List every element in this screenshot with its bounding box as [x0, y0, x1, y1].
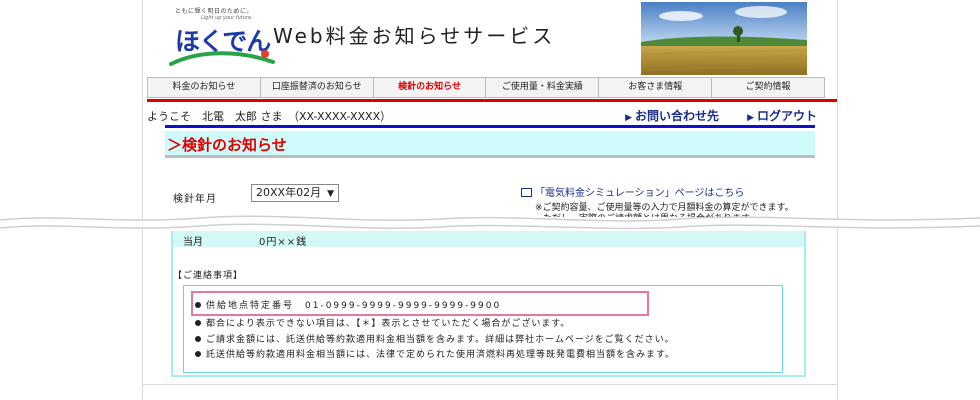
list-item: 都合により表示できない項目は、【＊】表示とさせていただく場合がございます。	[195, 316, 570, 329]
logout-link-label: ログアウト	[756, 109, 817, 123]
logo-swoosh-icon	[169, 50, 275, 66]
list-item-text: ご請求金額には、託送供給等約款適用料金相当額を含みます。詳細は弊社ホームページを…	[206, 335, 675, 345]
month-select[interactable]: 20XX年02月 ▼	[251, 184, 339, 202]
triangle-right-icon: ▶	[625, 113, 633, 123]
window-icon	[521, 188, 532, 197]
nav-item-bill-notice[interactable]: 料金のお知らせ	[148, 78, 261, 97]
divider	[165, 125, 815, 128]
bullet-icon	[195, 351, 201, 357]
contact-link[interactable]: ▶ お問い合わせ先	[625, 107, 719, 124]
welcome-message: ようこそ 北電 太郎 さま （XX-XXXX-XXXX）	[147, 110, 392, 123]
contact-link-label: お問い合わせ先	[635, 109, 720, 123]
service-title: Web料金お知らせサービス	[273, 24, 556, 48]
page-heading-bar: ＞検針のお知らせ	[165, 131, 815, 158]
bullet-icon	[195, 302, 201, 308]
bullet-icon	[195, 320, 201, 326]
list-item: 供給地点特定番号 01-0999-9999-9999-9999-9900	[195, 298, 501, 311]
tagline: ともに輝く明日のために。	[175, 8, 254, 15]
frame-bottom-line	[143, 384, 837, 385]
simulation-link[interactable]: 「電気料金シミュレーション」ページはこちら	[521, 184, 744, 199]
panel-border-left	[171, 231, 173, 377]
panel-border-right	[804, 231, 806, 377]
month-select-value: 20XX年02月	[256, 186, 322, 199]
list-item-text: 都合により表示できない項目は、【＊】表示とさせていただく場合がございます。	[206, 319, 571, 329]
logout-link[interactable]: ▶ ログアウト	[747, 107, 817, 124]
nav-item-customer-info[interactable]: お客さま情報	[599, 78, 713, 97]
triangle-right-icon: ▶	[747, 113, 754, 123]
nav-item-usage-history[interactable]: ご使用量・料金実績	[486, 78, 600, 97]
list-item-text: 託送供給等約款適用料金相当額には、法律で定められた使用済燃料再処理等既発電費相当…	[206, 350, 676, 360]
table-row: 当月 0円××銭	[171, 231, 806, 248]
header-links: ▶ お問い合わせ先 ▶ ログアウト	[625, 107, 817, 124]
nav-item-meter-reading[interactable]: 検針のお知らせ	[374, 78, 487, 97]
list-item: 託送供給等約款適用料金相当額には、法律で定められた使用済燃料再処理等既発電費相当…	[195, 347, 675, 360]
nav-item-contract-info[interactable]: ご契約情報	[712, 78, 824, 97]
simulation-link-label: 「電気料金シミュレーション」ページはこちら	[535, 188, 745, 199]
bullet-icon	[195, 336, 201, 342]
page-title: ＞検針のお知らせ	[167, 136, 287, 154]
chevron-down-icon: ▼	[327, 189, 334, 199]
page-frame: ともに輝く明日のために。 Light up your future. ほくでん …	[142, 0, 838, 400]
panel-border-bottom	[171, 375, 806, 377]
list-item-text: 供給地点特定番号 01-0999-9999-9999-9999-9900	[206, 301, 502, 311]
month-label: 検針年月	[173, 194, 217, 205]
row-value: 0円××銭	[259, 237, 308, 248]
main-nav: 料金のお知らせ 口座振替済のお知らせ 検針のお知らせ ご使用量・料金実績 お客さ…	[147, 77, 825, 98]
row-label: 当月	[183, 237, 203, 248]
list-item: ご請求金額には、託送供給等約款適用料金相当額を含みます。詳細は弊社ホームページを…	[195, 332, 675, 345]
hokuden-logo[interactable]: ほくでん	[169, 20, 279, 70]
nav-item-transfer-notice[interactable]: 口座振替済のお知らせ	[261, 78, 374, 97]
torn-edge-separator	[0, 215, 980, 230]
nav-underline	[147, 99, 837, 102]
contact-notes-label: 【ご連絡事項】	[173, 271, 244, 281]
header: ともに輝く明日のために。 Light up your future. ほくでん …	[143, 0, 837, 76]
header-landscape-image	[641, 2, 807, 75]
